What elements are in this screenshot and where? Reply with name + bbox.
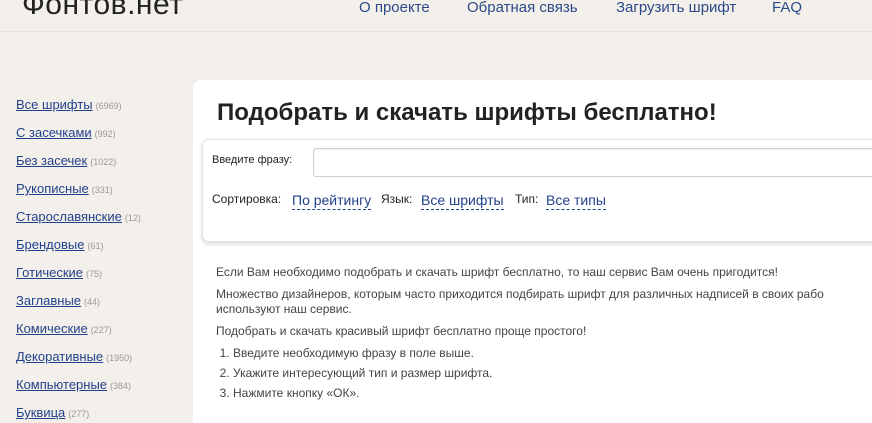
sidebar-item-old-slavonic: Старославянские (12): [16, 207, 186, 235]
main-panel: Подобрать и скачать шрифты бесплатно! Вв…: [193, 80, 872, 423]
steps-list: Введите необходимую фразу в поле выше. У…: [233, 346, 872, 401]
step-item: Нажмите кнопку «ОК».: [233, 386, 872, 401]
sidebar-item-capitals: Заглавные (44): [16, 291, 186, 319]
sidebar-item-brand: Брендовые (61): [16, 235, 186, 263]
sort-dropdown[interactable]: По рейтингу: [292, 192, 372, 210]
intro-paragraph: Если Вам необходимо подобрать и скачать …: [216, 265, 778, 279]
category-count: (61): [87, 241, 104, 251]
nav-upload-font[interactable]: Загрузить шрифт: [616, 0, 736, 16]
step-item: Введите необходимую фразу в поле выше.: [233, 346, 872, 361]
intro-paragraph: Подобрать и скачать красивый шрифт беспл…: [216, 324, 587, 338]
sidebar-item-initial: Буквица (277): [16, 403, 186, 423]
intro-line: используют наш сервис.: [216, 302, 352, 316]
type-dropdown[interactable]: Все типы: [546, 192, 606, 210]
sidebar-item-computer: Компьютерные (384): [16, 375, 186, 403]
filter-row: Сортировка: По рейтингу Язык: Все шрифты…: [212, 192, 812, 212]
category-link[interactable]: Все шрифты: [16, 97, 93, 112]
category-count: (227): [90, 325, 112, 335]
category-link[interactable]: Буквица: [16, 405, 65, 420]
intro-paragraph: Множество дизайнеров, которым часто прих…: [216, 287, 872, 317]
sidebar-item-sans-serif: Без засечек (1022): [16, 151, 186, 179]
category-count: (992): [94, 129, 116, 139]
intro-text: Если Вам необходимо подобрать и скачать …: [216, 265, 872, 406]
category-count: (277): [68, 409, 90, 419]
nav-feedback[interactable]: Обратная связь: [467, 0, 578, 16]
sidebar-item-decorative: Декоративные (1950): [16, 347, 186, 375]
category-sidebar: Все шрифты (6969) С засечками (992) Без за…: [16, 95, 186, 423]
site-logo[interactable]: Фонтов.нет: [22, 0, 183, 22]
phrase-input[interactable]: [313, 148, 872, 177]
category-link[interactable]: Заглавные: [16, 293, 81, 308]
intro-line: Множество дизайнеров, которым часто прих…: [216, 287, 824, 301]
category-link[interactable]: Рукописные: [16, 181, 89, 196]
category-link[interactable]: Компьютерные: [16, 377, 107, 392]
category-link[interactable]: Брендовые: [16, 237, 84, 252]
category-count: (44): [84, 297, 101, 307]
category-link[interactable]: Готические: [16, 265, 83, 280]
category-count: (1022): [90, 157, 117, 167]
language-label: Язык:: [381, 192, 413, 206]
nav-about[interactable]: О проекте: [359, 0, 430, 16]
search-form: Введите фразу: Сортировка: По рейтингу Я…: [202, 139, 872, 242]
category-link[interactable]: Комические: [16, 321, 88, 336]
phrase-label: Введите фразу:: [212, 154, 293, 166]
language-dropdown[interactable]: Все шрифты: [421, 192, 504, 210]
category-count: (331): [91, 185, 113, 195]
sidebar-item-all: Все шрифты (6969): [16, 95, 186, 123]
sidebar-item-gothic: Готические (75): [16, 263, 186, 291]
category-count: (384): [110, 381, 132, 391]
category-count: (75): [86, 269, 103, 279]
category-count: (1950): [106, 353, 133, 363]
page-title: Подобрать и скачать шрифты бесплатно!: [217, 99, 717, 126]
sort-label: Сортировка:: [212, 192, 282, 206]
category-link[interactable]: Декоративные: [16, 349, 103, 364]
type-label: Тип:: [515, 192, 539, 206]
sidebar-item-handwritten: Рукописные (331): [16, 179, 186, 207]
sidebar-item-serif: С засечками (992): [16, 123, 186, 151]
nav-faq[interactable]: FAQ: [772, 0, 802, 16]
category-link[interactable]: Старославянские: [16, 209, 122, 224]
step-item: Укажите интересующий тип и размер шрифта…: [233, 366, 872, 381]
sidebar-item-comic: Комические (227): [16, 319, 186, 347]
category-link[interactable]: Без засечек: [16, 153, 87, 168]
category-link[interactable]: С засечками: [16, 125, 92, 140]
category-count: (12): [124, 213, 141, 223]
site-header: Фонтов.нет О проекте Обратная связь Загр…: [0, 0, 872, 32]
category-count: (6969): [95, 101, 122, 111]
